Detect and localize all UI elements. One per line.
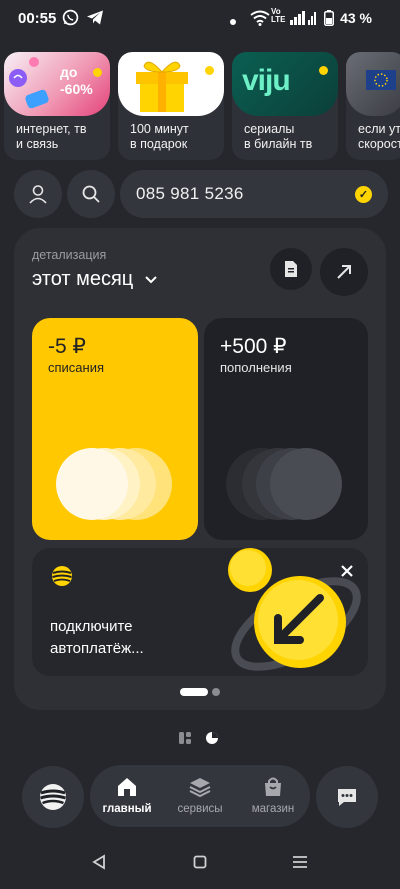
story-card-speed[interactable]: если ут скорост bbox=[346, 52, 400, 160]
eu-flag-icon bbox=[366, 70, 396, 90]
user-icon bbox=[29, 185, 47, 204]
phone-gadgets-icon bbox=[9, 57, 49, 109]
menu-lines-icon bbox=[293, 856, 307, 868]
bottom-navigation: главный сервисы магазин bbox=[90, 765, 310, 827]
whatsapp-icon bbox=[62, 9, 79, 29]
story-card-viju[interactable]: viju сериалы в билайн тв bbox=[232, 52, 338, 160]
nav-item-label: магазин bbox=[251, 803, 295, 815]
autopay-promo-banner[interactable]: подключите автоплатёж... bbox=[32, 548, 368, 676]
story-thumb bbox=[118, 52, 224, 116]
volte-label: Vo LTE bbox=[271, 7, 286, 24]
chat-bubble-icon bbox=[338, 789, 356, 806]
nav-item-services[interactable]: сервисы bbox=[165, 775, 235, 815]
story-thumb: до -60% bbox=[4, 52, 110, 116]
search-button[interactable] bbox=[67, 170, 115, 218]
close-promo-button[interactable] bbox=[340, 564, 354, 583]
phone-number-selector[interactable]: 085 981 5236 ✓ bbox=[120, 170, 388, 218]
gift-icon bbox=[136, 61, 188, 112]
beeline-button[interactable] bbox=[22, 766, 84, 828]
story-unread-dot bbox=[93, 68, 102, 77]
charges-card[interactable]: -5 ₽ списания bbox=[32, 318, 198, 540]
charges-circles-graphic bbox=[56, 448, 172, 520]
pager-dot-active bbox=[180, 688, 208, 696]
story-caption: если ут скорост bbox=[358, 122, 400, 151]
notification-dot-icon bbox=[230, 12, 236, 28]
viju-logo: viju bbox=[242, 64, 291, 97]
story-thumb bbox=[346, 52, 400, 116]
story-discount-badge: до -60% bbox=[60, 64, 93, 97]
topups-circles-graphic bbox=[226, 448, 342, 520]
story-unread-dot bbox=[319, 66, 328, 75]
story-card-minutes[interactable]: 100 минут в подарок bbox=[118, 52, 224, 160]
status-bar: 00:55 Vo LTE 43 % bbox=[0, 0, 400, 36]
story-thumb: viju bbox=[232, 52, 338, 116]
nav-item-shop[interactable]: магазин bbox=[238, 775, 308, 815]
beeline-ball-icon bbox=[40, 784, 66, 810]
story-unread-dot bbox=[205, 66, 214, 75]
status-time: 00:55 bbox=[18, 10, 57, 27]
details-label: детализация bbox=[32, 248, 107, 262]
chevron-down-icon[interactable] bbox=[144, 272, 158, 288]
nav-item-label: главный bbox=[102, 803, 152, 815]
profile-button[interactable] bbox=[14, 170, 62, 218]
chart-view-toggle[interactable] bbox=[205, 731, 219, 750]
phone-number: 085 981 5236 bbox=[136, 184, 244, 203]
chat-button[interactable] bbox=[316, 766, 378, 828]
document-icon bbox=[285, 261, 297, 277]
story-caption: 100 минут в подарок bbox=[130, 122, 189, 151]
pager-dot bbox=[212, 688, 220, 696]
promo-text: подключите автоплатёж... bbox=[50, 618, 144, 657]
nav-item-home[interactable]: главный bbox=[92, 775, 162, 815]
checkmark-icon: ✓ bbox=[355, 186, 372, 203]
beeline-logo-icon bbox=[52, 566, 72, 586]
home-icon bbox=[92, 775, 162, 799]
document-button[interactable] bbox=[270, 248, 312, 290]
search-icon bbox=[82, 185, 100, 203]
expand-button[interactable] bbox=[320, 248, 368, 296]
topups-card[interactable]: +500 ₽ пополнения bbox=[204, 318, 368, 540]
story-caption: сериалы в билайн тв bbox=[244, 122, 313, 151]
signal-icon bbox=[290, 10, 318, 28]
pie-chart-icon bbox=[206, 732, 218, 744]
home-square-icon bbox=[193, 855, 207, 869]
back-triangle-icon bbox=[92, 854, 105, 870]
story-caption: интернет, тв и связь bbox=[16, 122, 87, 151]
grid-icon bbox=[179, 732, 191, 744]
period-selector[interactable]: этот месяц bbox=[32, 268, 133, 291]
stories-row: до -60% интернет, тв и связь 100 минут в… bbox=[0, 52, 400, 160]
details-panel: детализация этот месяц -5 ₽ списания +50… bbox=[14, 228, 386, 710]
shop-bag-icon bbox=[238, 775, 308, 799]
arrow-up-right-icon bbox=[337, 265, 351, 279]
system-navigation-bar bbox=[0, 840, 400, 889]
telegram-icon bbox=[86, 9, 104, 29]
story-card-internet[interactable]: до -60% интернет, тв и связь bbox=[4, 52, 110, 160]
back-button[interactable] bbox=[92, 854, 106, 875]
battery-icon bbox=[324, 10, 334, 29]
nav-item-label: сервисы bbox=[177, 803, 223, 815]
recents-button[interactable] bbox=[292, 855, 308, 874]
grid-view-toggle[interactable] bbox=[178, 731, 192, 750]
wifi-icon bbox=[250, 10, 270, 29]
close-icon bbox=[341, 565, 353, 577]
layers-icon bbox=[165, 775, 235, 799]
home-button[interactable] bbox=[193, 855, 207, 874]
battery-percent: 43 % bbox=[340, 10, 372, 26]
